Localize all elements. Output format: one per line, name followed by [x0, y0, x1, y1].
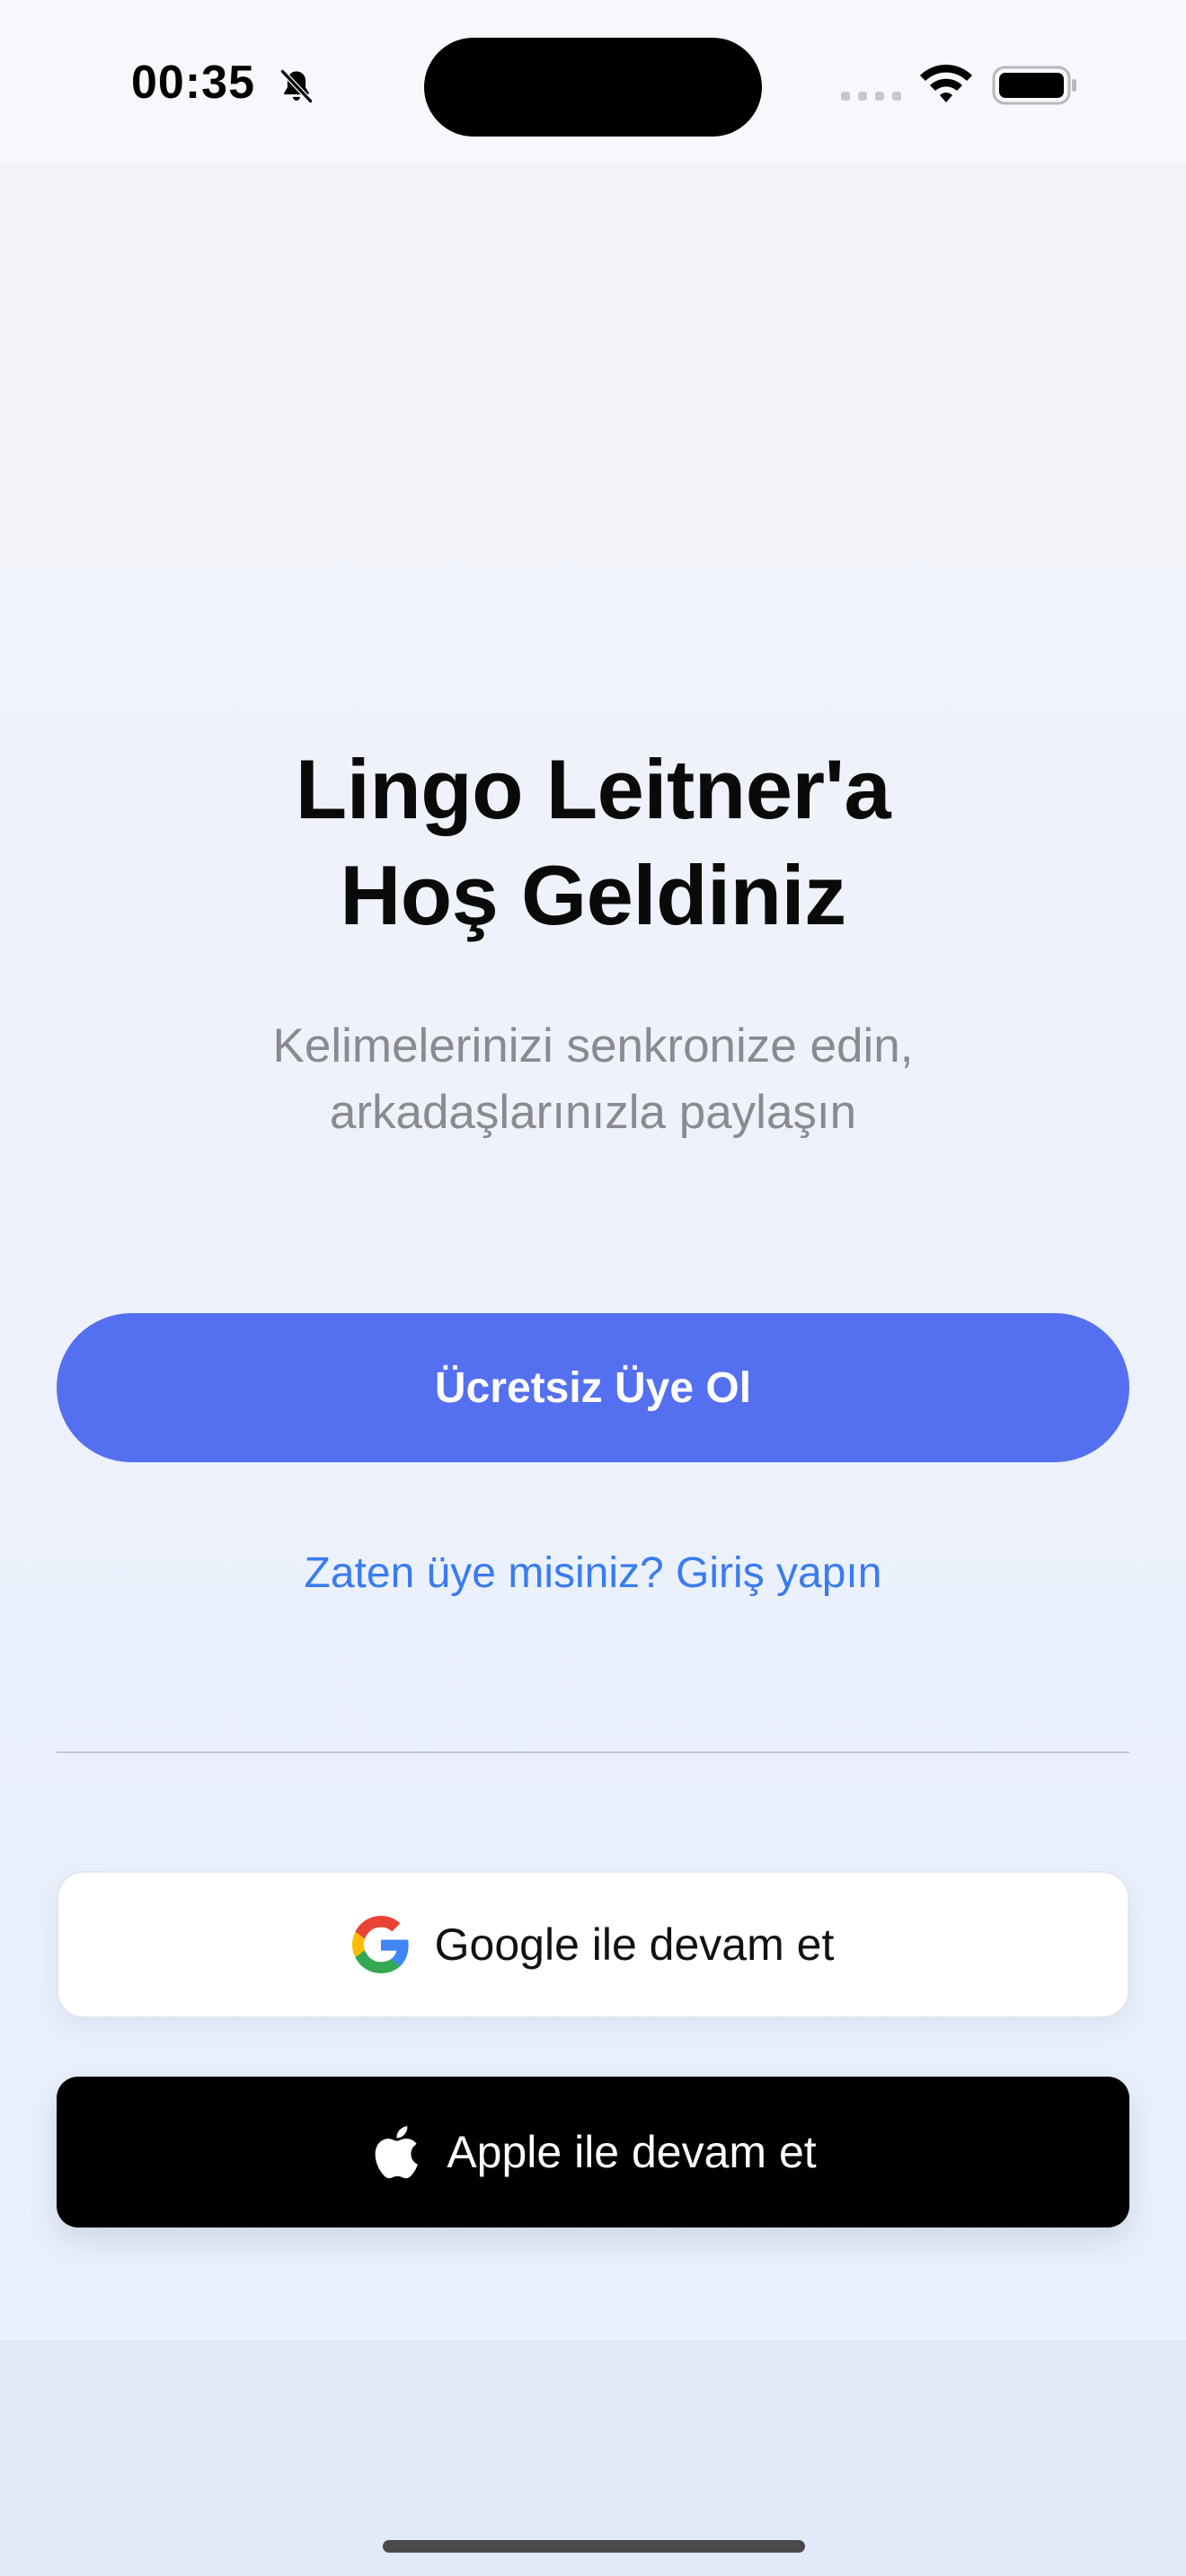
title-line-2: Hoş Geldiniz [340, 848, 846, 942]
home-indicator [383, 2540, 805, 2553]
welcome-screen: 00:35 Lingo Leitner'a Hoş Geldiniz Kelim… [0, 0, 1186, 2576]
login-link[interactable]: Zaten üye misiniz? Giriş yapın [0, 1547, 1186, 1601]
bell-slash-icon [280, 69, 313, 103]
title-line-1: Lingo Leitner'a [295, 742, 891, 836]
apple-signin-button[interactable]: Apple ile devam et [57, 2077, 1129, 2228]
apple-logo-icon [375, 2126, 419, 2179]
status-time: 00:35 [131, 57, 255, 109]
cellular-signal-icon [841, 92, 901, 101]
subtitle-line-1: Kelimelerinizi senkronize edin, [272, 1019, 914, 1072]
divider [57, 1751, 1129, 1753]
dynamic-island [424, 38, 762, 137]
subtitle-line-2: arkadaşlarınızla paylaşın [329, 1086, 857, 1139]
google-signin-button[interactable]: Google ile devam et [57, 1871, 1129, 2018]
battery-icon [992, 66, 1076, 105]
google-icon [351, 1916, 409, 1973]
signup-button[interactable]: Ücretsiz Üye Ol [57, 1313, 1129, 1462]
page-title: Lingo Leitner'a Hoş Geldiniz [0, 737, 1186, 948]
apple-signin-label: Apple ile devam et [447, 2127, 817, 2177]
signup-button-label: Ücretsiz Üye Ol [434, 1363, 752, 1412]
page-subtitle: Kelimelerinizi senkronize edin, arkadaşl… [0, 1013, 1186, 1146]
wifi-icon [920, 64, 972, 102]
google-signin-label: Google ile devam et [434, 1919, 835, 1970]
